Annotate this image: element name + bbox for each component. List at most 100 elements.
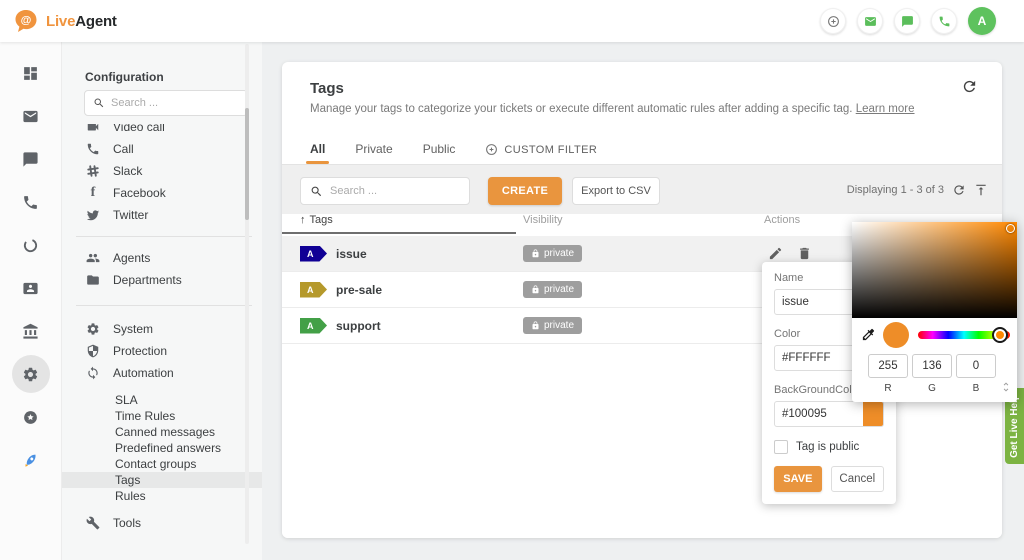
background-color-swatch[interactable] xyxy=(863,402,883,426)
gear-icon xyxy=(86,322,100,336)
configuration-list: Video call Call Slack f Facebook Twitter xyxy=(62,124,262,560)
sidebar-item-tools[interactable]: Tools xyxy=(62,512,262,534)
rail-item-dashboard[interactable] xyxy=(22,64,40,82)
email-button[interactable] xyxy=(857,8,883,34)
video-icon xyxy=(86,124,100,134)
current-color-swatch xyxy=(883,322,909,348)
saturation-marker[interactable] xyxy=(1006,224,1015,233)
envelope-icon xyxy=(22,108,39,125)
tab-custom-filter[interactable]: CUSTOM FILTER xyxy=(485,143,597,164)
sidebar-item-time-rules[interactable]: Time Rules xyxy=(62,408,262,424)
top-bar: @ LiveAgent A xyxy=(0,0,1024,42)
sidebar-item-video-call[interactable]: Video call xyxy=(62,124,262,138)
scroll-top-icon[interactable] xyxy=(974,183,988,197)
slack-icon xyxy=(86,164,100,178)
create-button[interactable]: CREATE xyxy=(488,177,562,205)
sidebar-item-agents[interactable]: Agents xyxy=(62,247,262,269)
visibility-badge: private xyxy=(523,281,582,298)
search-icon xyxy=(310,185,323,198)
rail-item-settings[interactable] xyxy=(12,355,50,393)
configuration-search-input[interactable] xyxy=(111,97,239,109)
sidebar-item-tags[interactable]: Tags xyxy=(62,472,262,488)
liveagent-app: @ LiveAgent A xyxy=(0,0,1024,560)
people-icon xyxy=(86,251,100,265)
row-actions xyxy=(768,246,812,261)
tab-public[interactable]: Public xyxy=(423,142,456,164)
sidebar-item-rules[interactable]: Rules xyxy=(62,488,262,504)
divider xyxy=(76,236,252,237)
export-csv-button[interactable]: Export to CSV xyxy=(572,177,660,205)
sidebar-item-canned-messages[interactable]: Canned messages xyxy=(62,424,262,440)
configuration-search[interactable] xyxy=(84,90,248,116)
rail-item-calls[interactable] xyxy=(22,193,40,211)
save-button[interactable]: SAVE xyxy=(774,466,822,492)
sidebar-item-contact-groups[interactable]: Contact groups xyxy=(62,456,262,472)
red-label: R xyxy=(868,383,908,394)
sidebar-item-predefined-answers[interactable]: Predefined answers xyxy=(62,440,262,456)
chat-icon xyxy=(22,151,39,168)
rail-item-chats[interactable] xyxy=(22,150,40,168)
sidebar-item-automation[interactable]: Automation xyxy=(62,362,262,384)
avatar[interactable]: A xyxy=(968,7,996,35)
table-search[interactable] xyxy=(300,177,470,205)
blue-label: B xyxy=(956,383,996,394)
chat-button[interactable] xyxy=(894,8,920,34)
circle-plus-icon xyxy=(485,143,498,156)
sidebar-item-call[interactable]: Call xyxy=(62,138,262,160)
pencil-icon[interactable] xyxy=(768,246,783,261)
page-title: Tags xyxy=(310,80,344,97)
sidebar-item-sla[interactable]: SLA xyxy=(62,392,262,408)
green-value-input[interactable] xyxy=(912,354,952,378)
sidebar-item-system[interactable]: System xyxy=(62,318,262,340)
rail-item-launch[interactable] xyxy=(22,451,40,469)
tags-tabs: All Private Public CUSTOM FILTER xyxy=(310,140,597,164)
blue-value-input[interactable] xyxy=(956,354,996,378)
chat-icon xyxy=(901,15,914,28)
sidebar-item-twitter[interactable]: Twitter xyxy=(62,204,262,226)
logo-bubble-icon: @ xyxy=(13,8,39,34)
sidebar-item-departments[interactable]: Departments xyxy=(62,269,262,291)
star-circle-icon xyxy=(22,409,39,426)
tag-public-label: Tag is public xyxy=(796,441,859,453)
eyedropper-icon[interactable] xyxy=(861,327,876,342)
hue-slider-handle[interactable] xyxy=(992,327,1008,343)
unfold-icon[interactable] xyxy=(1000,381,1012,393)
sidebar-item-protection[interactable]: Protection xyxy=(62,340,262,362)
liveagent-logo[interactable]: @ LiveAgent xyxy=(13,8,117,34)
envelope-icon xyxy=(864,15,877,28)
table-search-input[interactable] xyxy=(330,185,460,197)
displaying-count: Displaying 1 - 3 of 3 xyxy=(847,184,944,196)
tag-public-checkbox[interactable] xyxy=(774,440,788,454)
tag-chip: A xyxy=(300,318,327,334)
plus-circle-icon xyxy=(827,15,840,28)
lock-icon xyxy=(531,249,540,258)
refresh-icon[interactable] xyxy=(961,78,978,95)
sidebar-item-facebook[interactable]: f Facebook xyxy=(62,182,262,204)
call-button[interactable] xyxy=(931,8,957,34)
tab-private[interactable]: Private xyxy=(355,142,392,164)
create-new-button[interactable] xyxy=(820,8,846,34)
learn-more-link[interactable]: Learn more xyxy=(856,103,915,115)
rail-item-addons[interactable] xyxy=(22,408,40,426)
wrench-icon xyxy=(86,516,100,530)
svg-text:@: @ xyxy=(21,15,32,27)
red-value-input[interactable] xyxy=(868,354,908,378)
rail-item-social[interactable] xyxy=(22,236,40,254)
cancel-button[interactable]: Cancel xyxy=(831,466,884,492)
spacer xyxy=(62,504,262,512)
refresh-icon[interactable] xyxy=(952,183,966,197)
rail-item-billing[interactable] xyxy=(22,322,40,340)
rail-item-contacts[interactable] xyxy=(22,279,40,297)
saturation-area[interactable] xyxy=(852,222,1017,318)
column-header-visibility[interactable]: Visibility xyxy=(523,214,563,226)
sidebar-item-slack[interactable]: Slack xyxy=(62,160,262,182)
trash-icon[interactable] xyxy=(797,246,812,261)
tab-all[interactable]: All xyxy=(310,142,325,164)
sorted-column-indicator xyxy=(282,232,516,234)
tag-public-option[interactable]: Tag is public xyxy=(774,440,884,454)
twitter-icon xyxy=(86,208,100,222)
config-scrollbar-thumb[interactable] xyxy=(245,108,249,220)
column-header-tags[interactable]: ↑ Tags xyxy=(300,214,333,226)
gear-icon xyxy=(22,366,39,383)
rail-item-tickets[interactable] xyxy=(22,107,40,125)
